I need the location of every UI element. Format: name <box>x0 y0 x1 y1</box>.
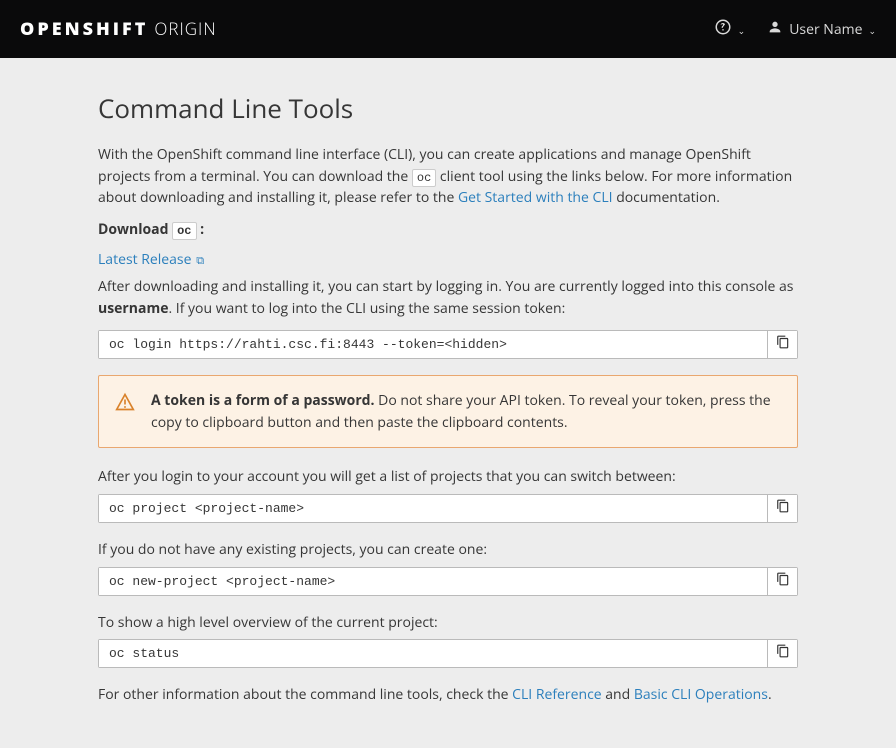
copy-icon <box>776 572 790 591</box>
login-intro: After downloading and installing it, you… <box>98 276 798 319</box>
page-title: Command Line Tools <box>98 90 798 126</box>
cli-reference-link[interactable]: CLI Reference <box>512 685 601 704</box>
current-username: username <box>98 299 168 318</box>
main-content: Command Line Tools With the OpenShift co… <box>78 58 818 748</box>
copy-icon <box>776 499 790 518</box>
copy-icon <box>776 335 790 354</box>
warning-icon <box>115 390 135 433</box>
chevron-down-icon: ⌄ <box>868 24 876 37</box>
nav-right: ⌄ User Name ⌄ <box>714 18 876 41</box>
help-icon <box>714 18 732 41</box>
user-name-label: User Name <box>789 20 862 39</box>
copy-new-project-button[interactable] <box>767 568 797 595</box>
navbar: OPENSHIFT ORIGIN ⌄ User Name ⌄ <box>0 0 896 58</box>
copy-icon <box>776 644 790 663</box>
status-command-input[interactable] <box>99 640 767 667</box>
copy-login-button[interactable] <box>767 331 797 358</box>
status-intro: To show a high level overview of the cur… <box>98 612 798 634</box>
intro-paragraph: With the OpenShift command line interfac… <box>98 144 798 209</box>
status-command-row <box>98 639 798 668</box>
user-menu[interactable]: User Name ⌄ <box>767 19 876 40</box>
new-project-intro: If you do not have any existing projects… <box>98 539 798 561</box>
oc-code: oc <box>412 169 436 187</box>
project-command-row <box>98 494 798 523</box>
footer-links: For other information about the command … <box>98 684 798 706</box>
latest-release-link[interactable]: Latest Release ⧉ <box>98 250 204 269</box>
new-project-command-input[interactable] <box>99 568 767 595</box>
external-link-icon: ⧉ <box>193 253 204 268</box>
latest-release-row: Latest Release ⧉ <box>98 249 798 271</box>
login-command-row <box>98 330 798 359</box>
projects-intro: After you login to your account you will… <box>98 466 798 488</box>
user-icon <box>767 19 783 40</box>
brand-bold: OPENSHIFT <box>20 17 148 41</box>
new-project-command-row <box>98 567 798 596</box>
basic-cli-operations-link[interactable]: Basic CLI Operations <box>634 685 768 704</box>
project-command-input[interactable] <box>99 495 767 522</box>
brand-light: ORIGIN <box>154 17 216 40</box>
chevron-down-icon: ⌄ <box>738 24 746 37</box>
help-menu[interactable]: ⌄ <box>714 18 746 41</box>
copy-project-button[interactable] <box>767 495 797 522</box>
warning-text: A token is a form of a password. Do not … <box>151 390 781 433</box>
login-command-input[interactable] <box>99 331 767 358</box>
download-heading: Download oc : <box>98 219 798 241</box>
token-warning-alert: A token is a form of a password. Do not … <box>98 375 798 448</box>
get-started-cli-link[interactable]: Get Started with the CLI <box>458 188 613 207</box>
oc-code: oc <box>172 222 196 240</box>
copy-status-button[interactable] <box>767 640 797 667</box>
brand-logo[interactable]: OPENSHIFT ORIGIN <box>20 17 217 41</box>
